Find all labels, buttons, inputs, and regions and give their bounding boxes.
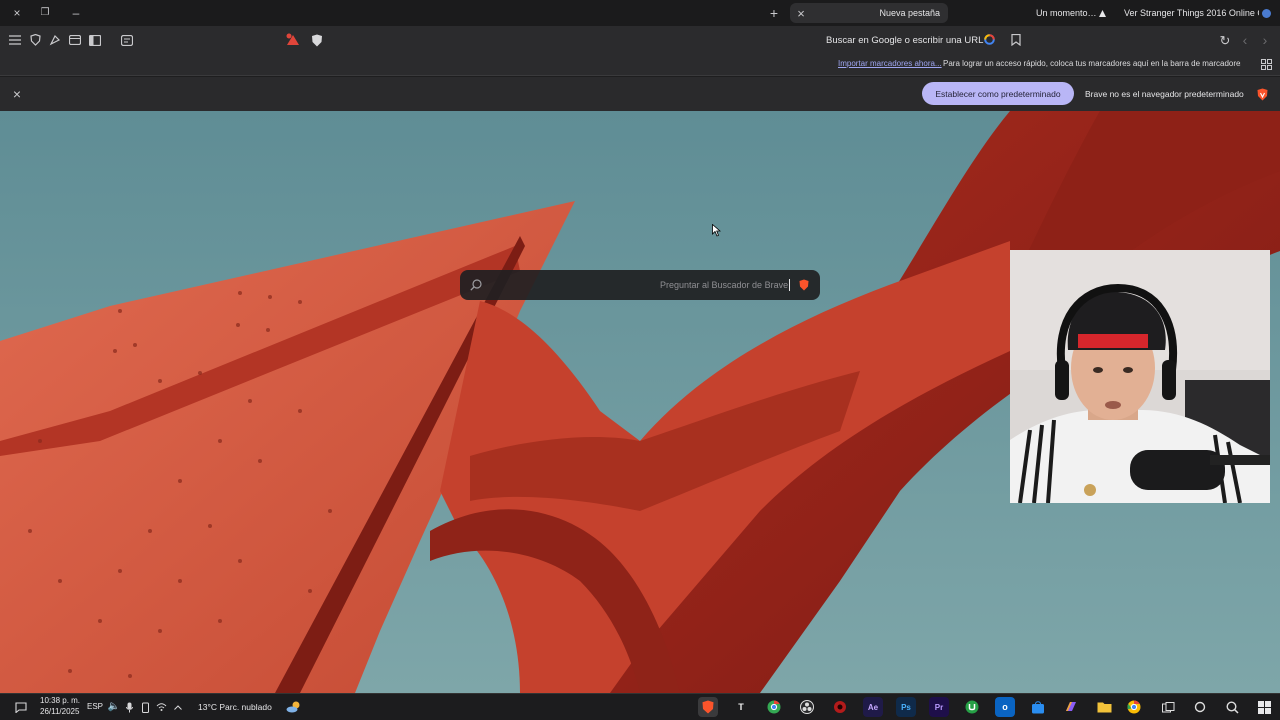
restore-window-icon[interactable]: ❐ [38,5,52,21]
set-default-button-label: Establecer como predeterminado [935,88,1061,99]
mouse-cursor-icon [712,223,722,242]
rewards-icon[interactable] [284,31,302,49]
infobar-message: Brave no es el navegador predeterminado [1085,89,1244,99]
language-indicator[interactable]: ESP [87,702,103,711]
close-tab-icon[interactable]: × [793,5,809,21]
microphone-icon[interactable] [123,700,135,714]
volume-icon[interactable]: 🔈 [107,700,121,714]
widgets-icon[interactable] [1190,697,1210,717]
clock-date[interactable]: 26/11/2025 [40,707,79,716]
after-effects-app-icon[interactable]: Ae [863,697,883,717]
reload-icon[interactable]: ↻ [1217,32,1233,48]
tab-title: Un momento… [1036,8,1097,18]
clock-time[interactable]: 10:38 p. m. [40,696,80,705]
task-view-icon[interactable] [1158,697,1178,717]
new-tab-icon[interactable]: + [767,5,781,21]
sidebar-icon[interactable] [87,32,103,48]
brave-logo-icon [1255,86,1269,102]
search-icon[interactable] [1222,697,1242,717]
tab-new-tab[interactable]: × Nueva pestaña [790,3,948,23]
windows-taskbar: 10:38 p. m. 26/11/2025 ESP 🔈 13°C Parc. … [0,693,1280,720]
shield-icon[interactable] [27,32,43,48]
tab-stranger-things[interactable]: Ver Stranger Things 2016 Online Gra [1118,3,1280,23]
tab-title: Nueva pestaña [879,8,940,18]
weather-text[interactable]: 13°C Parc. nublado [198,702,272,712]
close-window-icon[interactable]: × [10,5,24,21]
notifications-icon[interactable] [13,699,29,715]
utorrent-app-icon[interactable] [962,697,982,717]
wallet-icon[interactable] [67,32,83,48]
tab-favicon-icon [1260,7,1272,19]
minimize-window-icon[interactable]: – [69,5,83,21]
copilot-app-icon[interactable] [1061,697,1081,717]
tab-title: Ver Stranger Things 2016 Online Gra [1124,8,1259,18]
windows-start-icon[interactable] [1254,697,1274,717]
google-icon [983,33,996,46]
extensions-icon[interactable] [47,32,63,48]
close-infobar-icon[interactable]: × [9,86,25,102]
bookmarks-bar: Importar marcadores ahora... Para lograr… [0,54,1280,76]
leo-ai-icon[interactable] [119,32,135,48]
weather-icon[interactable] [284,698,302,716]
outlook-app-icon[interactable]: o [995,697,1015,717]
bookmarks-hint: Para lograr un acceso rápido, coloca tus… [943,59,1241,68]
obs-app-icon[interactable] [797,697,817,717]
battery-icon[interactable] [139,700,151,714]
webcam-person-image [1010,250,1270,503]
record-app-icon[interactable] [830,697,850,717]
forward-icon[interactable]: › [1258,32,1272,48]
store-app-icon[interactable] [1028,697,1048,717]
photoshop-app-icon[interactable]: Ps [896,697,916,717]
brave-app-icon[interactable] [698,697,718,717]
search-input[interactable]: Preguntar al Buscador de Brave [660,280,788,290]
opera-app-icon[interactable]: T [731,697,751,717]
brave-shields-icon[interactable] [308,31,326,49]
bookmark-icon[interactable] [1008,32,1024,48]
address-placeholder[interactable]: Buscar en Google o escribir una URL [826,35,983,46]
tab-un-momento[interactable]: Un momento… [1030,3,1110,23]
tab-bar: × ❐ – + × Nueva pestaña Un momento… Ver … [0,0,1280,26]
back-icon[interactable]: ‹ [1238,32,1252,48]
file-explorer-app-icon[interactable] [1094,697,1114,717]
search-icon[interactable] [468,277,484,293]
toolbar: Buscar en Google o escribir una URL ↻ ‹ … [0,26,1280,72]
set-default-button[interactable]: Establecer como predeterminado [922,82,1074,105]
webcam-overlay [1010,250,1270,503]
brave-logo-icon [797,278,810,292]
chrome-app-icon[interactable] [764,697,784,717]
chevron-up-icon[interactable] [172,700,184,714]
import-bookmarks-link[interactable]: Importar marcadores ahora... [838,59,942,68]
default-browser-infobar: × Establecer como predeterminado Brave n… [0,77,1280,111]
brave-search-box[interactable]: Preguntar al Buscador de Brave [460,270,820,300]
chrome-secondary-app-icon[interactable] [1124,697,1144,717]
wifi-icon[interactable] [154,700,168,714]
apps-grid-icon[interactable] [1259,57,1273,71]
new-tab-page: Preguntar al Buscador de Brave [0,111,1280,693]
menu-icon[interactable] [7,32,23,48]
text-cursor [789,279,790,291]
premiere-app-icon[interactable]: Pr [929,697,949,717]
tab-favicon-icon [1096,7,1108,19]
